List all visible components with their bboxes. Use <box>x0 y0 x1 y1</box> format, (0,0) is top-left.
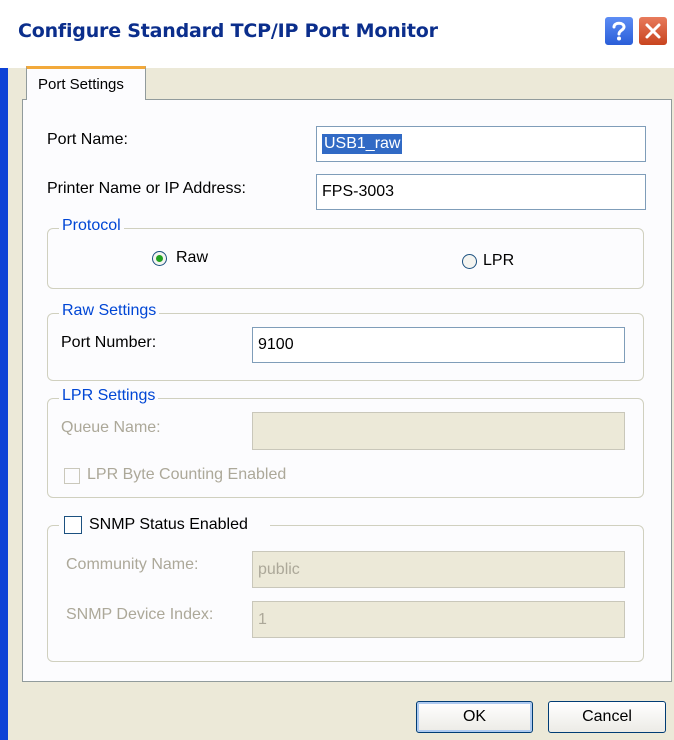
protocol-group <box>47 228 644 289</box>
port-name-value: USB1_raw <box>322 134 403 154</box>
port-name-field[interactable]: USB1_raw <box>316 126 646 162</box>
ok-button[interactable]: OK <box>416 701 533 733</box>
queue-name-label: Queue Name: <box>61 419 161 436</box>
window-title: Configure Standard TCP/IP Port Monitor <box>18 20 438 42</box>
community-name-label: Community Name: <box>66 556 199 573</box>
port-name-label: Port Name: <box>47 131 128 148</box>
printer-address-label: Printer Name or IP Address: <box>47 180 246 197</box>
community-name-value: public <box>258 560 300 578</box>
printer-address-field[interactable]: FPS-3003 <box>316 174 646 210</box>
dialog-window: Configure Standard TCP/IP Port Monitor P… <box>0 0 674 740</box>
close-x-icon <box>645 23 661 39</box>
cancel-button[interactable]: Cancel <box>548 701 666 733</box>
raw-radio[interactable] <box>152 251 167 266</box>
lpr-radio[interactable] <box>462 254 477 269</box>
snmp-device-index-field[interactable]: 1 <box>252 601 625 638</box>
help-button[interactable] <box>604 16 634 46</box>
window-left-border <box>0 68 8 740</box>
question-mark-icon <box>612 21 626 41</box>
close-button[interactable] <box>638 16 668 46</box>
raw-radio-label[interactable]: Raw <box>176 249 208 267</box>
snmp-device-index-value: 1 <box>258 610 267 628</box>
tab-label: Port Settings <box>38 76 124 93</box>
radio-selected-dot <box>156 255 163 262</box>
port-number-label: Port Number: <box>61 334 157 351</box>
protocol-legend: Protocol <box>59 217 124 235</box>
queue-name-field[interactable] <box>252 412 625 450</box>
lpr-settings-legend: LPR Settings <box>59 387 159 405</box>
lpr-radio-label[interactable]: LPR <box>483 252 514 270</box>
snmp-enabled-checkbox[interactable] <box>64 516 82 534</box>
port-number-value: 9100 <box>258 336 294 353</box>
snmp-enabled-label[interactable]: SNMP Status Enabled <box>89 516 248 534</box>
printer-address-value: FPS-3003 <box>322 183 395 200</box>
snmp-device-index-label: SNMP Device Index: <box>66 606 214 623</box>
port-number-field[interactable]: 9100 <box>252 327 625 363</box>
tab-port-settings[interactable]: Port Settings <box>26 66 146 100</box>
community-name-field[interactable]: public <box>252 551 625 588</box>
title-bar[interactable]: Configure Standard TCP/IP Port Monitor <box>0 0 674 68</box>
raw-settings-legend: Raw Settings <box>59 302 160 320</box>
lpr-byte-counting-label: LPR Byte Counting Enabled <box>87 466 287 483</box>
lpr-byte-counting-checkbox[interactable] <box>64 468 80 484</box>
snmp-group <box>47 525 644 662</box>
